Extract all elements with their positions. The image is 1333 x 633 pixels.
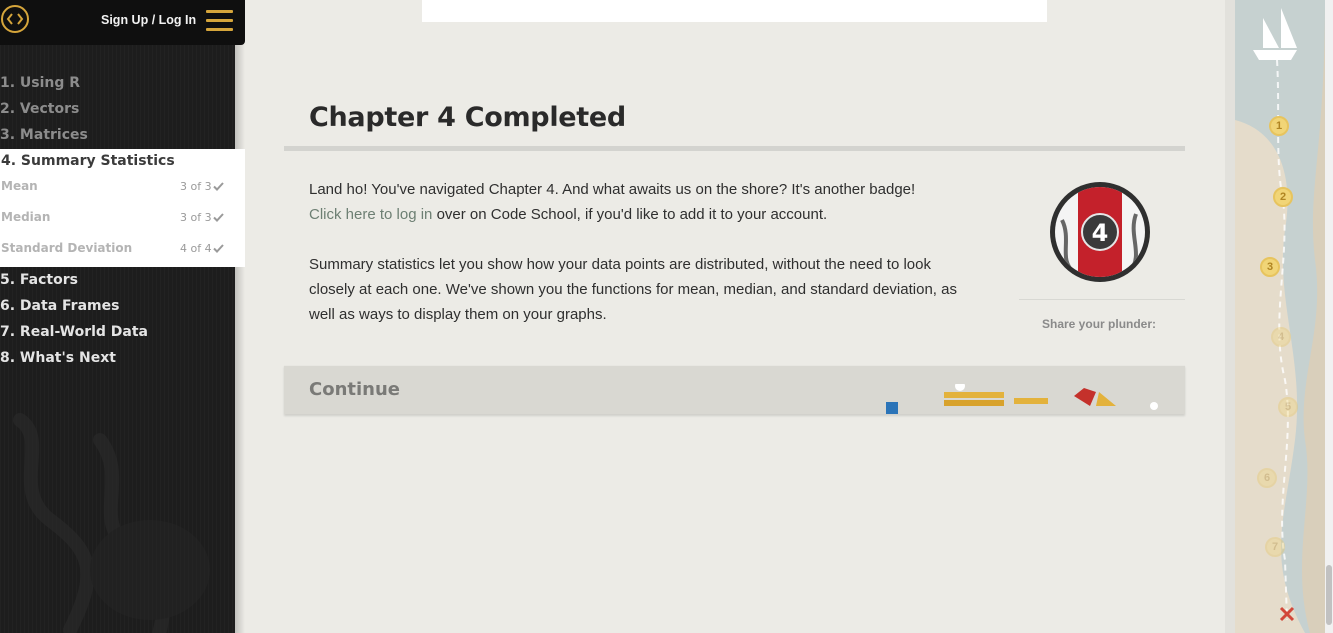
map-divider [1225,0,1235,633]
share-label[interactable]: Share your plunder: [1042,317,1156,331]
login-link-suffix: over on Code School, if you'd like to ad… [432,206,828,223]
chapter-link-matrices[interactable]: 3. Matrices [0,127,88,143]
badge-divider [1019,299,1185,300]
lesson-median-progress: 3 of 3 [180,211,212,224]
map-waypoint-4[interactable]: 4 [1271,327,1291,347]
map-waypoint-6[interactable]: 6 [1257,468,1277,488]
top-bar: Sign Up / Log In [0,0,245,45]
ship-icon [1253,8,1297,60]
scrollbar-thumb[interactable] [1326,565,1332,625]
chapter-badge-icon: 4 [1050,182,1150,282]
map-waypoint-7[interactable]: 7 [1265,537,1285,557]
check-icon [213,182,224,191]
continue-button[interactable]: Continue [284,365,1185,414]
code-logo-icon[interactable] [1,5,29,33]
badge-number: 4 [1092,219,1109,247]
lesson-mean-progress: 3 of 3 [180,180,212,193]
sidebar-shadow [235,0,245,633]
chapter-link-factors[interactable]: 5. Factors [0,272,78,288]
chapter-link-real-world-data[interactable]: 7. Real-World Data [0,324,148,340]
map-waypoint-3[interactable]: 3 [1260,257,1280,277]
progress-map: 1 2 3 4 5 6 7 [1235,0,1325,633]
completion-text: Land ho! You've navigated Chapter 4. And… [309,181,916,198]
signup-login-link[interactable]: Sign Up / Log In [101,13,196,27]
treasure-icon [886,384,1158,414]
continue-label: Continue [309,379,401,400]
main-content: Chapter 4 Completed Land ho! You've navi… [245,0,1225,633]
sidebar: 1. Using R 2. Vectors 3. Matrices 5. Fac… [0,0,235,633]
lesson-standard-deviation[interactable]: Standard Deviation [1,241,132,255]
active-chapter-panel: 4. Summary Statistics Mean 3 of 3 Median… [0,149,245,267]
check-icon [213,213,224,222]
kraken-illustration [13,413,210,633]
lesson-mean[interactable]: Mean [1,179,38,193]
check-icon [213,244,224,253]
chapter-link-vectors[interactable]: 2. Vectors [0,101,79,117]
chapter-link-using-r[interactable]: 1. Using R [0,75,80,91]
title-divider [284,146,1185,151]
page-title: Chapter 4 Completed [309,102,626,133]
completion-paragraph: Land ho! You've navigated Chapter 4. And… [309,177,979,227]
previous-content-card [422,0,1047,22]
menu-icon[interactable] [206,10,233,32]
map-waypoint-5[interactable]: 5 [1278,397,1298,417]
map-waypoint-2[interactable]: 2 [1273,187,1293,207]
summary-paragraph: Summary statistics let you show how your… [309,256,957,323]
login-link[interactable]: Click here to log in [309,206,432,223]
lesson-standard-deviation-progress: 4 of 4 [180,242,212,255]
map-waypoint-1[interactable]: 1 [1269,116,1289,136]
chapter-link-whats-next[interactable]: 8. What's Next [0,350,116,366]
active-chapter-title[interactable]: 4. Summary Statistics [1,153,175,169]
chapter-link-data-frames[interactable]: 6. Data Frames [0,298,119,314]
scrollbar[interactable] [1325,0,1333,633]
lesson-median[interactable]: Median [1,210,50,224]
